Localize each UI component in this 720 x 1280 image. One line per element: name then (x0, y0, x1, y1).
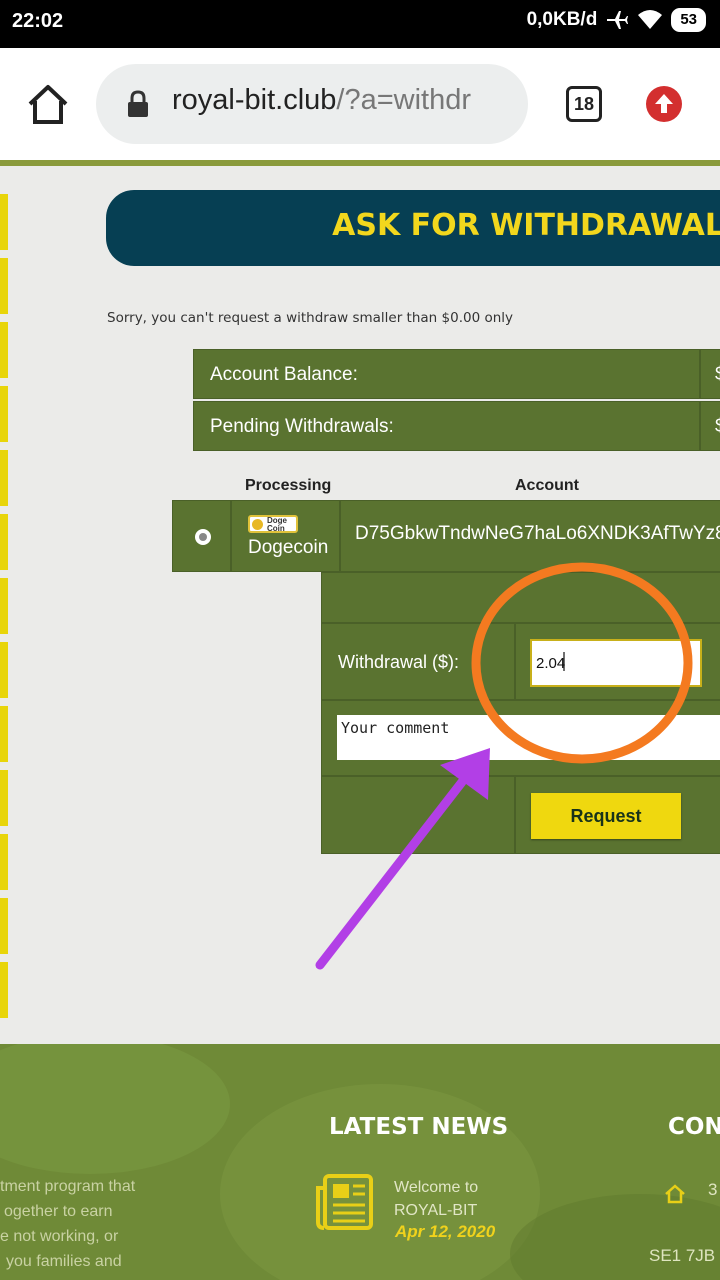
airplane-icon (607, 11, 629, 29)
news-item-date: Apr 12, 2020 (395, 1222, 496, 1241)
battery-indicator: 53 (671, 8, 706, 32)
withdrawal-label: Withdrawal ($): (338, 652, 460, 672)
pending-withdrawals-row: Pending Withdrawals: (193, 401, 700, 451)
dogecoin-icon (252, 519, 263, 530)
sidebar-tab[interactable] (0, 834, 8, 890)
withdrawal-label-cell: Withdrawal ($): (321, 623, 515, 700)
account-address: D75GbkwTndwNeG7haLo6XNDK3AfTwYz8U (355, 523, 720, 544)
address-bar[interactable]: royal-bit.club/?a=withdr (96, 64, 528, 144)
update-icon[interactable] (646, 86, 682, 122)
min-withdraw-notice: Sorry, you can't request a withdraw smal… (107, 310, 514, 326)
processor-radio-cell[interactable] (172, 500, 231, 572)
wifi-icon (638, 10, 663, 29)
sidebar-tab[interactable] (0, 642, 8, 698)
url-text: royal-bit.club/?a=withdr (172, 84, 471, 117)
sidebar-tab[interactable] (0, 514, 8, 570)
browser-toolbar: royal-bit.club/?a=withdr 18 (0, 48, 720, 160)
sidebar-tab[interactable] (0, 706, 8, 762)
news-title-line: Welcome to (394, 1179, 479, 1196)
pending-withdrawals-value: $ (715, 416, 720, 438)
lock-icon (128, 90, 148, 117)
about-line: e not working, or (0, 1228, 119, 1245)
contact-address-line: 3 (708, 1180, 718, 1199)
about-line: tment program that (0, 1178, 136, 1195)
status-icons: 0,0KB/d 53 (527, 8, 706, 32)
url-path: /?a=withdr (336, 84, 472, 116)
request-button[interactable]: Request (531, 793, 681, 839)
url-domain: royal-bit.club (172, 84, 337, 116)
processor-name: Dogecoin (248, 537, 329, 558)
comment-textarea[interactable]: Your comment (337, 715, 720, 760)
request-button-cell: Request (515, 776, 720, 854)
news-item-title[interactable]: Welcome to ROYAL-BIT (394, 1176, 478, 1222)
processing-header: Processing (245, 477, 332, 494)
pending-withdrawals-label: Pending Withdrawals: (210, 416, 394, 437)
footer-about-text: tment program that ogether to earn e not… (0, 1174, 135, 1274)
sidebar-tab[interactable] (0, 322, 8, 378)
request-empty-cell (321, 776, 515, 854)
sidebar-tab[interactable] (0, 962, 8, 1018)
status-bar: 22:02 0,0KB/d 53 (0, 0, 720, 48)
logo-text-coin: Coin (267, 524, 285, 533)
account-balance-value-cell: $ (700, 349, 720, 399)
page-content: ASK FOR WITHDRAWAL Sorry, you can't requ… (0, 166, 720, 1044)
sidebar-tab[interactable] (0, 194, 8, 250)
account-balance-value: $ (715, 364, 720, 386)
tab-switcher-button[interactable]: 18 (566, 86, 602, 122)
account-header: Account (515, 477, 579, 494)
latest-news-heading: LATEST NEWS (329, 1114, 509, 1140)
account-cell: D75GbkwTndwNeG7haLo6XNDK3AfTwYz8U (340, 500, 720, 572)
form-spacer-row (321, 572, 720, 623)
page-header-banner: ASK FOR WITHDRAWAL (106, 190, 720, 266)
sidebar-tab[interactable] (0, 898, 8, 954)
sidebar-tab[interactable] (0, 386, 8, 442)
sidebar-tab[interactable] (0, 578, 8, 634)
withdrawal-input-cell: 2.04 (515, 623, 720, 700)
sidebar-tab[interactable] (0, 258, 8, 314)
comment-row: Your comment (321, 700, 720, 776)
newspaper-icon (316, 1174, 373, 1230)
about-line: ogether to earn (4, 1203, 113, 1220)
account-balance-label: Account Balance: (210, 364, 358, 385)
page-title: ASK FOR WITHDRAWAL (332, 208, 720, 243)
dogecoin-logo: Doge Coin (248, 515, 298, 533)
processor-cell: Doge Coin Dogecoin (231, 500, 340, 572)
arrow-up-icon (655, 94, 673, 113)
withdrawal-amount-value: 2.04 (536, 655, 566, 672)
news-title-line: ROYAL-BIT (394, 1202, 478, 1219)
home-icon[interactable] (24, 82, 72, 126)
about-line: you families and (6, 1253, 122, 1270)
pending-withdrawals-value-cell: $ (700, 401, 720, 451)
network-speed: 0,0KB/d (526, 9, 598, 30)
contact-postcode: SE1 7JB (649, 1246, 716, 1265)
account-balance-row: Account Balance: (193, 349, 700, 399)
status-time: 22:02 (12, 10, 64, 32)
address-home-icon (665, 1184, 685, 1204)
site-footer: LATEST NEWS CONT tment program that oget… (0, 1044, 720, 1280)
dogecoin-radio[interactable] (195, 529, 211, 545)
sidebar-tab[interactable] (0, 450, 8, 506)
sidebar-tab[interactable] (0, 770, 8, 826)
withdrawal-amount-input[interactable]: 2.04 (530, 639, 702, 687)
contact-heading: CONT (668, 1114, 720, 1140)
